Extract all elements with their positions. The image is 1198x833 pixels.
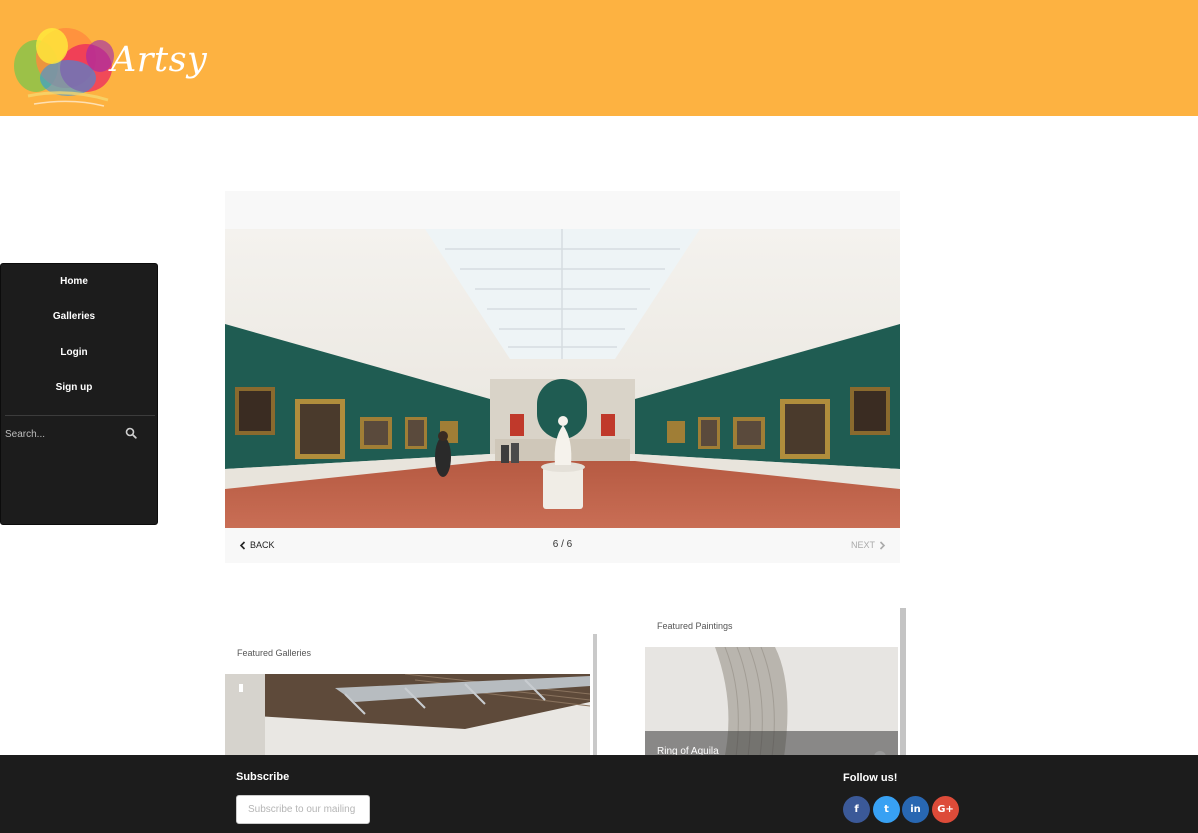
- paintings-scrollbar[interactable]: [900, 608, 906, 764]
- subscribe-title: Subscribe: [236, 771, 290, 783]
- gallery-interior-image: [225, 674, 590, 764]
- subscribe-email-input[interactable]: [236, 795, 370, 824]
- sidebar-item-home[interactable]: Home: [1, 276, 147, 287]
- galleries-scrollbar[interactable]: [593, 634, 597, 760]
- sidebar-item-login[interactable]: Login: [1, 347, 147, 358]
- site-header: Artsy: [0, 0, 1198, 116]
- sidebar-divider: [5, 415, 155, 416]
- brand-name: Artsy: [111, 40, 208, 80]
- slider-controls: BACK 6 / 6 NEXT: [225, 528, 900, 563]
- featured-painting-card[interactable]: Ring of Aquila: [645, 647, 898, 764]
- sidebar-item-signup[interactable]: Sign up: [1, 382, 147, 393]
- gallery-hall-image: [225, 229, 900, 528]
- search-input[interactable]: [5, 426, 109, 442]
- featured-galleries-label: Featured Galleries: [237, 648, 312, 658]
- featured-paintings-label: Featured Paintings: [657, 621, 733, 631]
- next-label: NEXT: [850, 540, 875, 550]
- google-plus-icon[interactable]: G+: [932, 796, 959, 823]
- follow-us-title: Follow us!: [843, 772, 898, 784]
- facebook-icon[interactable]: f: [843, 796, 870, 823]
- search-icon[interactable]: [125, 427, 137, 439]
- sidebar-item-galleries[interactable]: Galleries: [1, 311, 147, 322]
- chevron-right-icon: [879, 540, 886, 550]
- slider-header: [225, 191, 900, 229]
- site-footer: Subscribe Follow us! f t in G+: [0, 755, 1198, 833]
- slider-image: [225, 229, 900, 528]
- twitter-icon[interactable]: t: [873, 796, 900, 823]
- slider-next-button[interactable]: NEXT: [851, 540, 886, 550]
- linkedin-icon[interactable]: in: [902, 796, 929, 823]
- slide-counter: 6 / 6: [552, 539, 573, 550]
- featured-gallery-image[interactable]: [225, 674, 590, 764]
- sidebar-nav: Home Galleries Login Sign up: [0, 263, 158, 525]
